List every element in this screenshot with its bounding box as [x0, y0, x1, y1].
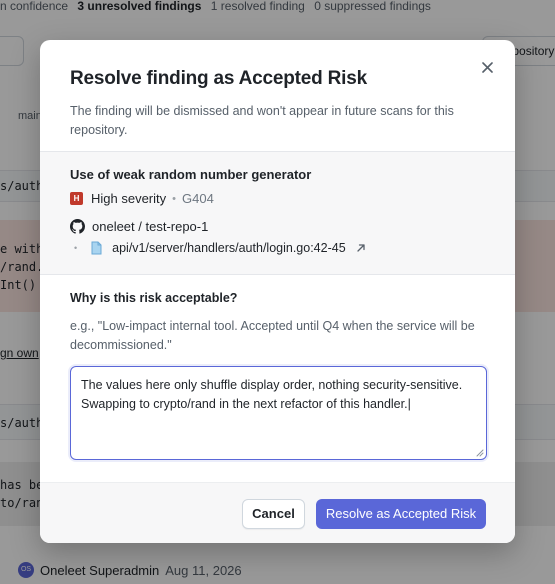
close-button[interactable]	[477, 57, 497, 77]
file-icon	[91, 241, 102, 255]
resize-grip-icon[interactable]	[476, 449, 484, 457]
textarea-value: The values here only shuffle display ord…	[81, 378, 462, 411]
cancel-button[interactable]: Cancel	[242, 499, 305, 529]
github-icon	[70, 219, 85, 234]
severity-line: H High severity • G404	[70, 191, 485, 206]
repository-name[interactable]: oneleet / test-repo-1	[92, 219, 208, 234]
dialog-subtitle: The finding will be dismissed and won't …	[70, 104, 454, 137]
severity-label: High severity	[91, 191, 167, 206]
resolve-finding-dialog: Resolve finding as Accepted Risk The fin…	[40, 40, 515, 543]
justification-label: Why is this risk acceptable?	[70, 291, 238, 305]
file-path-link[interactable]: api/v1/server/handlers/auth/login.go:42-…	[112, 241, 345, 255]
rule-id: G404	[182, 191, 214, 206]
finding-summary: Use of weak random number generator H Hi…	[40, 151, 515, 275]
close-icon	[481, 61, 493, 73]
dialog-title: Resolve finding as Accepted Risk	[70, 68, 367, 89]
resolve-accepted-risk-button[interactable]: Resolve as Accepted Risk	[316, 499, 486, 529]
dialog-header: Resolve finding as Accepted Risk The fin…	[40, 40, 515, 151]
external-link-icon[interactable]	[356, 243, 366, 253]
file-location-line: • api/v1/server/handlers/auth/login.go:4…	[70, 241, 485, 255]
justification-hint: e.g., "Low-impact internal tool. Accepte…	[70, 319, 475, 352]
tree-bullet: •	[74, 243, 78, 253]
separator-dot: •	[172, 192, 176, 205]
justification-textarea[interactable]: The values here only shuffle display ord…	[70, 366, 487, 460]
dialog-footer: Cancel Resolve as Accepted Risk	[40, 482, 515, 543]
finding-title: Use of weak random number generator	[70, 167, 312, 182]
repository-line: oneleet / test-repo-1	[70, 219, 485, 234]
justification-form: Why is this risk acceptable? e.g., "Low-…	[40, 275, 515, 460]
severity-high-icon: H	[70, 192, 83, 205]
